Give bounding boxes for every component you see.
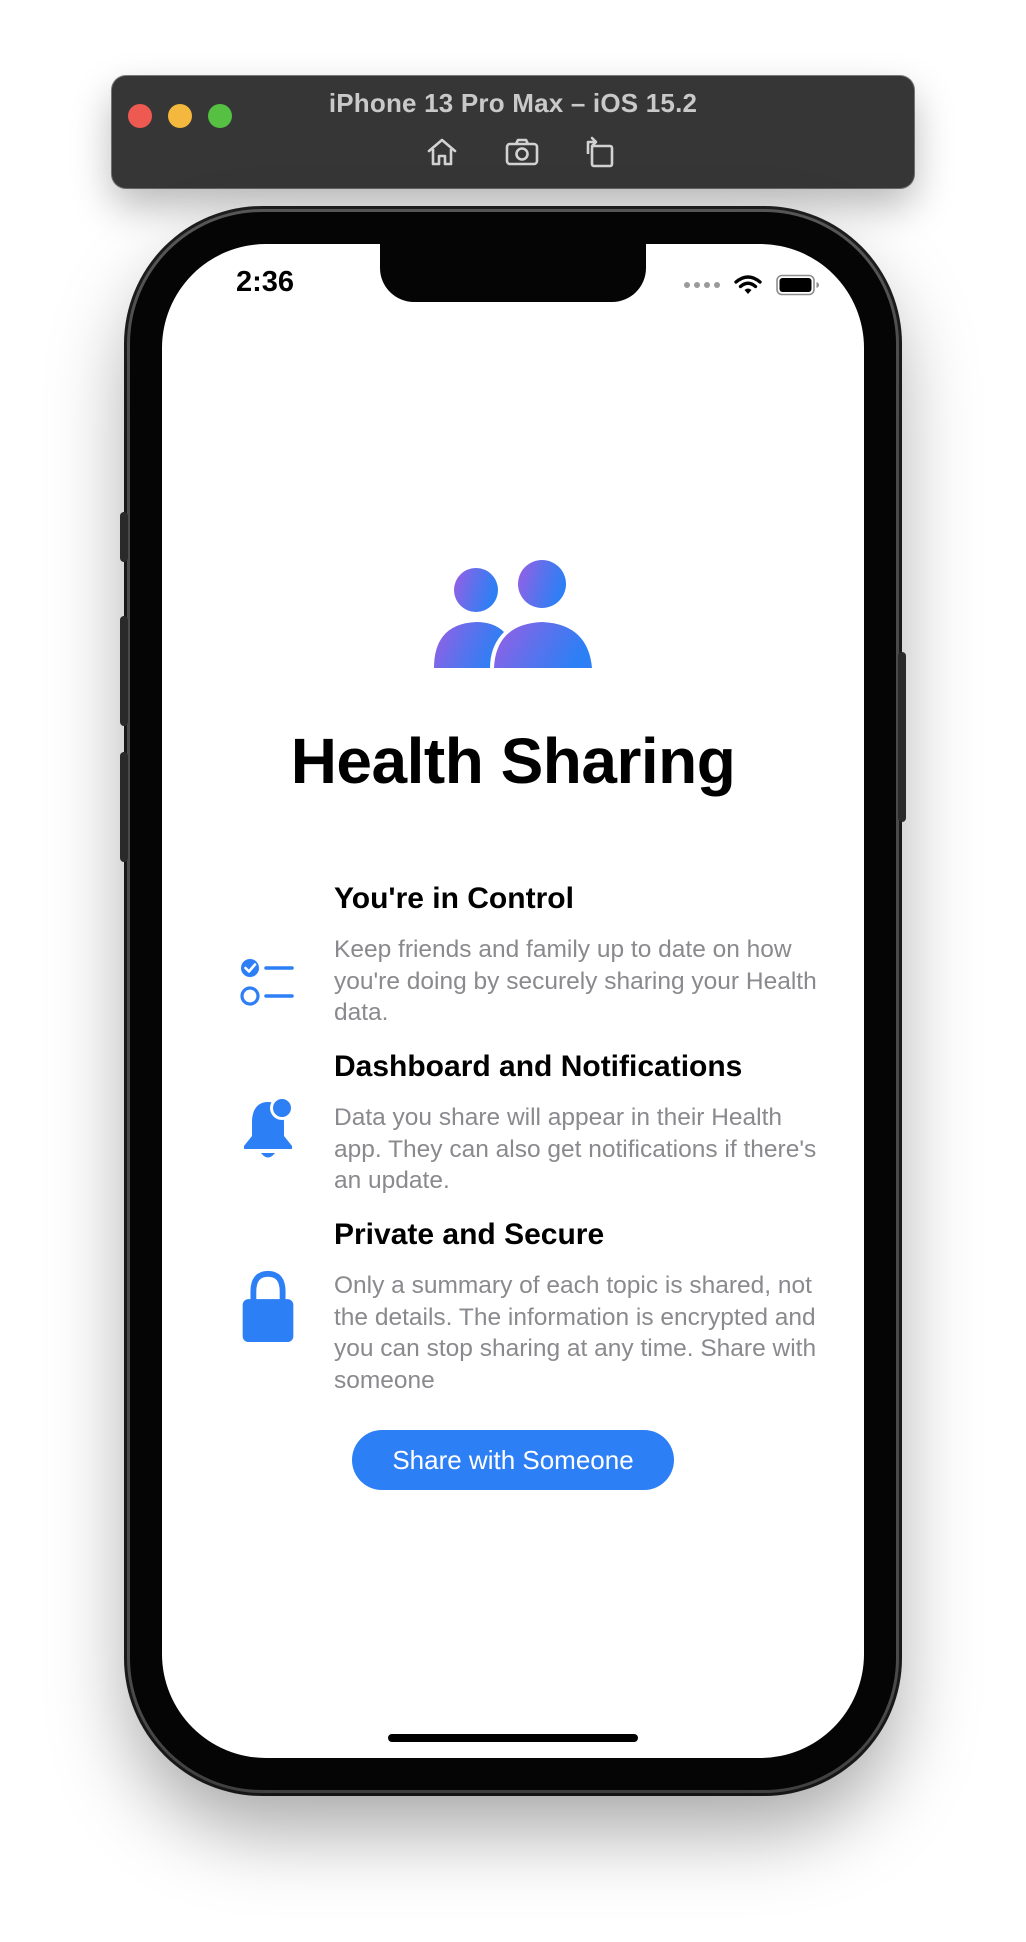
notch <box>380 244 646 302</box>
home-icon[interactable] <box>424 134 460 170</box>
feature-title: You're in Control <box>334 882 574 915</box>
screenshot-icon[interactable] <box>504 134 540 170</box>
people-icon <box>434 560 592 668</box>
power-button <box>898 652 906 822</box>
feature-title: Private and Secure <box>334 1218 605 1251</box>
mute-switch <box>120 512 128 562</box>
feature-description: Only a summary of each topic is shared, … <box>334 1272 817 1394</box>
volume-up-button <box>120 616 128 726</box>
signal-icon <box>684 282 720 288</box>
page-title: Health Sharing <box>290 725 736 797</box>
feature-title: Dashboard and Notifications <box>334 1050 743 1083</box>
share-with-someone-button[interactable]: Share with Someone <box>352 1430 674 1490</box>
phone-screen: 2:36 Health Sharing You're in Control Ke… <box>162 244 864 1758</box>
volume-down-button <box>120 752 128 862</box>
iphone-frame: 2:36 Health Sharing You're in Control Ke… <box>120 212 906 1790</box>
rotate-icon[interactable] <box>582 134 618 170</box>
bell-badge-icon <box>244 1096 294 1158</box>
home-indicator[interactable] <box>388 1734 638 1742</box>
simulator-title: iPhone 13 Pro Max – iOS 15.2 <box>328 88 698 118</box>
wifi-icon <box>734 275 762 294</box>
lock-icon <box>242 1270 294 1343</box>
simulator-title-bar: iPhone 13 Pro Max – iOS 15.2 <box>112 76 914 188</box>
feature-description: Data you share will appear in their Heal… <box>334 1104 817 1194</box>
battery-icon <box>776 274 819 296</box>
checklist-icon <box>240 959 294 1006</box>
feature-description: Keep friends and family up to date on ho… <box>334 936 817 1026</box>
status-time: 2:36 <box>236 266 295 298</box>
status-icons <box>684 274 820 296</box>
